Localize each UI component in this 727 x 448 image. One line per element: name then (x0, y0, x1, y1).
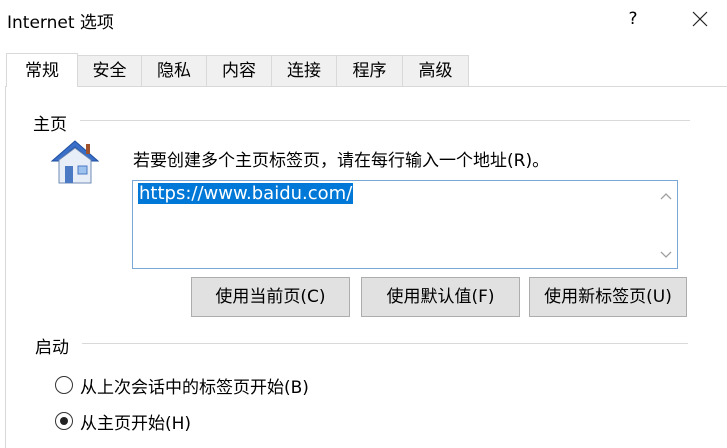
use-current-button[interactable]: 使用当前页(C) (191, 277, 350, 317)
use-new-tab-button[interactable]: 使用新标签页(U) (529, 277, 687, 317)
homepage-section-label: 主页 (33, 115, 67, 135)
tab-programs[interactable]: 程序 (336, 55, 403, 86)
startup-divider (82, 343, 688, 344)
homepage-divider (80, 120, 690, 121)
radio-label: 从主页开始(H) (80, 414, 192, 434)
radio-dot (60, 417, 68, 425)
textarea-scrollbar[interactable] (655, 181, 677, 268)
homepage-instruction: 若要创建多个主页标签页，请在每行输入一个地址(R)。 (133, 151, 550, 171)
radio-label: 从上次会话中的标签页开始(B) (80, 378, 309, 398)
chevron-up-icon[interactable] (660, 192, 672, 200)
tab-connections[interactable]: 连接 (271, 55, 337, 86)
close-button[interactable] (680, 4, 720, 34)
help-button[interactable]: ? (618, 4, 648, 34)
window-title: Internet 选项 (7, 13, 114, 33)
house-icon (50, 140, 100, 184)
tab-content[interactable]: 内容 (206, 55, 272, 86)
tab-general[interactable]: 常规 (6, 53, 78, 87)
chevron-down-icon[interactable] (660, 251, 672, 259)
close-icon (692, 11, 708, 27)
radio-button[interactable] (55, 376, 73, 394)
tab-advanced[interactable]: 高级 (402, 55, 469, 86)
use-default-button[interactable]: 使用默认值(F) (361, 277, 520, 317)
title-bar: Internet 选项 ? (0, 0, 727, 40)
tab-privacy[interactable]: 隐私 (141, 55, 207, 86)
tab-divider (5, 86, 727, 87)
startup-section-label: 启动 (35, 338, 69, 358)
homepage-url-textarea[interactable]: https://www.baidu.com/ (132, 180, 678, 269)
tab-security[interactable]: 安全 (77, 55, 142, 86)
radio-button-selected[interactable] (55, 412, 73, 430)
homepage-url-text: https://www.baidu.com/ (138, 183, 354, 204)
